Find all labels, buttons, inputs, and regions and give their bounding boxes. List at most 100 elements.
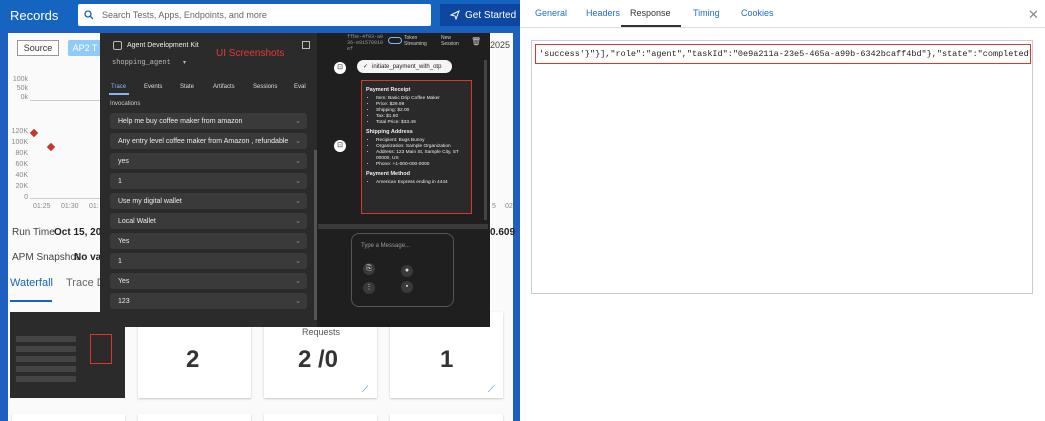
x-tick: 02 <box>505 203 513 210</box>
invocation-item[interactable]: Local Wallet ⌄ <box>110 213 307 229</box>
source-button[interactable]: Source <box>17 40 59 56</box>
tab-general[interactable]: General <box>535 8 567 18</box>
streaming-toggle[interactable] <box>388 37 402 44</box>
x-tick: 01:25 <box>33 203 51 210</box>
panel-toggle-icon[interactable] <box>302 41 310 49</box>
tab-eval[interactable]: Eval <box>294 84 306 90</box>
mic-icon[interactable]: ● <box>401 265 413 277</box>
invocation-item[interactable]: 1 ⌄ <box>110 173 307 189</box>
tool-call-chip[interactable]: ✓ initiate_payment_with_otp <box>357 60 452 73</box>
tab-headers[interactable]: Headers <box>586 8 620 18</box>
invocation-item[interactable]: yes ⌄ <box>110 153 307 169</box>
get-started-label: Get Started <box>465 9 517 21</box>
token-streaming-label: Token Streaming <box>404 35 427 47</box>
invocation-item[interactable]: 123 ⌄ <box>110 293 307 309</box>
metric-card <box>12 414 125 421</box>
response-text: 'success'}"}],"role":"agent","taskId":"0… <box>539 49 1031 59</box>
adk-title: Agent Development Kit <box>127 42 199 49</box>
tab-cookies[interactable]: Cookies <box>741 8 774 18</box>
message-input[interactable]: Type a Message... <box>361 243 410 249</box>
tab-artifacts[interactable]: Artifacts <box>213 84 235 90</box>
more-icon[interactable]: ⋮ <box>363 282 375 294</box>
metric-card-value: 1 <box>440 346 454 373</box>
metric-card <box>138 414 251 421</box>
tab-trace[interactable]: Trace D <box>66 277 105 289</box>
invocation-item[interactable]: Yes ⌄ <box>110 273 307 289</box>
x-tick: 01:30 <box>61 203 79 210</box>
chevron-down-icon: ▾ <box>183 60 187 66</box>
tab-response[interactable]: Response <box>630 8 671 18</box>
tab-sessions[interactable]: Sessions <box>253 84 277 90</box>
delete-icon[interactable]: 🗑 <box>471 37 481 46</box>
y-tick: 60K <box>15 161 28 168</box>
agent-select[interactable]: shopping_agent <box>112 59 171 67</box>
y-tick: 40K <box>15 172 28 179</box>
y-tick: 120K <box>11 128 28 135</box>
requests-title: Requests <box>302 327 341 337</box>
payment-method-title: Payment Method <box>366 171 411 177</box>
scrollbar[interactable] <box>314 150 317 320</box>
search-icon <box>84 10 94 20</box>
invocation-item[interactable]: 1 ⌄ <box>110 253 307 269</box>
shipping-line: Address: 123 Main St, Sample City, ST 00… <box>376 150 467 162</box>
receipt-line: Total Price: $33.49 <box>376 120 467 126</box>
chart-x-axis <box>30 198 100 199</box>
check-icon: ✓ <box>363 64 369 70</box>
requests-value: 2 /0 <box>298 346 339 373</box>
tab-trace[interactable]: Trace <box>111 84 126 90</box>
send-icon <box>450 10 460 20</box>
invocation-item[interactable]: Help me buy coffee maker from amazon ⌄ <box>110 113 307 129</box>
mini-y-tick: 50k <box>16 85 28 92</box>
y-tick: 80K <box>15 150 28 157</box>
search-placeholder: Search Tests, Apps, Endpoints, and more <box>102 10 267 20</box>
shipping-line: Phone: +1-000-000-0000 <box>376 162 467 168</box>
close-icon[interactable]: ✕ <box>1028 7 1039 23</box>
run-time-label: Run Time <box>12 227 55 238</box>
run-time-value: Oct 15, 202 <box>54 227 107 238</box>
chat-scrollbar[interactable] <box>484 60 487 220</box>
payment-receipt: Payment Receipt Item: Basic Drip Coffee … <box>361 80 472 214</box>
receipt-title: Payment Receipt <box>366 87 411 93</box>
tab-waterfall[interactable]: Waterfall <box>10 277 53 289</box>
y-tick: 20K <box>15 183 28 190</box>
ap2-button[interactable]: AP2 T <box>68 40 102 56</box>
payment-line: American Express ending in 4444 <box>376 180 467 186</box>
metric-card <box>390 414 503 421</box>
get-started-button[interactable]: Get Started <box>440 4 520 26</box>
session-id: ffbe-4f93-a936-e91570010ef <box>347 34 384 52</box>
invocations-label: Invocations <box>110 101 141 107</box>
apm-value: No va <box>74 252 102 263</box>
invocation-item[interactable]: Any entry level coffee maker from Amazon… <box>110 133 307 149</box>
mini-y-tick: 0k <box>20 94 28 101</box>
y-tick: 100K <box>11 139 28 146</box>
trend-icon[interactable]: ⟋ <box>362 384 373 394</box>
bot-avatar-icon: ⊡ <box>334 62 346 74</box>
attach-icon[interactable]: ⎘ <box>363 263 375 275</box>
search-input[interactable]: Search Tests, Apps, Endpoints, and more <box>78 4 431 26</box>
apm-label: APM Snapshot <box>12 252 79 263</box>
invocation-item[interactable]: Use my digital wallet ⌄ <box>110 193 307 209</box>
tab-underline <box>10 300 52 302</box>
message-box[interactable]: Type a Message... ⎘ ⋮ ● ▪ <box>351 233 454 307</box>
response-body[interactable] <box>531 40 1033 294</box>
new-session-button[interactable]: New Session <box>441 35 467 47</box>
tab-state[interactable]: State <box>180 84 194 90</box>
tab-events[interactable]: Events <box>144 84 162 90</box>
active-tab-underline <box>621 25 681 27</box>
adk-logo-icon <box>113 41 122 50</box>
metric-card <box>264 414 377 421</box>
tab-timing[interactable]: Timing <box>693 8 720 18</box>
bot-avatar-icon: ⊡ <box>334 140 346 152</box>
x-tick: 01: <box>89 203 99 210</box>
metric-card-value: 2 <box>186 346 200 373</box>
h-scrollbar[interactable] <box>318 224 488 229</box>
tab-underline <box>109 93 129 95</box>
app-title: Records <box>10 8 59 23</box>
mini-y-tick: 100k <box>12 76 28 83</box>
invocation-item[interactable]: Yes ⌄ <box>110 233 307 249</box>
watermark: UI Screenshots <box>216 48 285 59</box>
trend-icon[interactable]: ⟋ <box>488 384 499 394</box>
shipping-title: Shipping Address <box>366 129 413 135</box>
video-icon[interactable]: ▪ <box>401 281 413 293</box>
x-tick: 5 <box>492 203 496 210</box>
